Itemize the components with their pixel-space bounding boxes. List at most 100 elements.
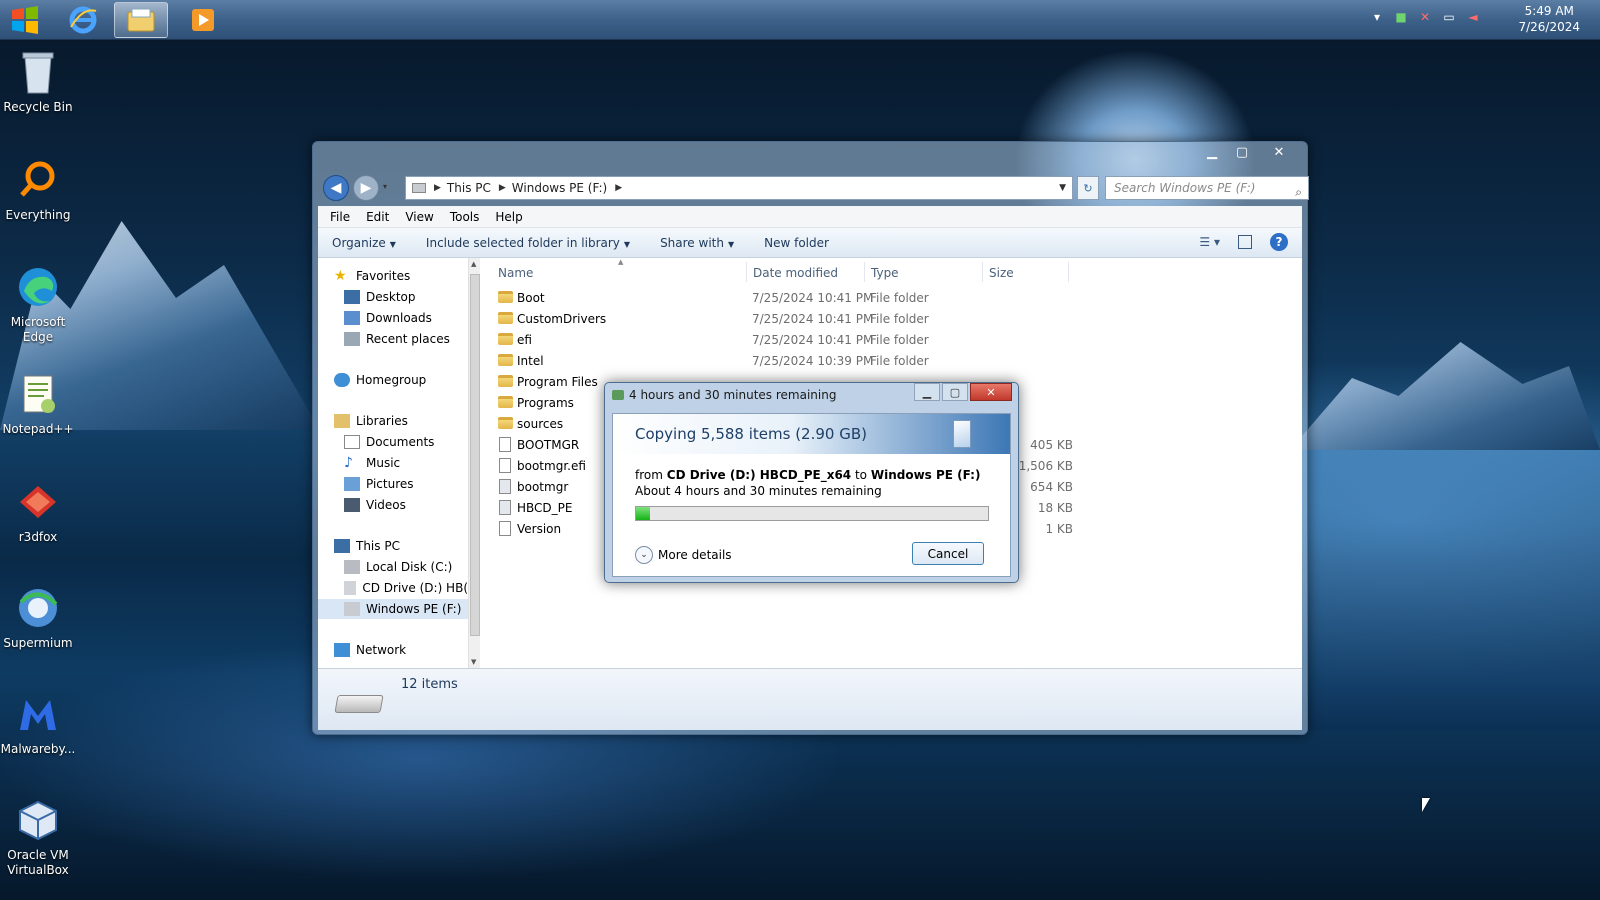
dialog-maximize-button[interactable]: ▢ — [942, 383, 968, 401]
include-in-library-button[interactable]: Include selected folder in library ▼ — [426, 236, 630, 250]
chevron-down-icon: ▼ — [727, 239, 735, 249]
menu-tools[interactable]: Tools — [450, 210, 480, 224]
edge-icon — [14, 263, 62, 311]
column-divider[interactable] — [864, 262, 865, 282]
monitor-icon[interactable]: ▭ — [1442, 10, 1456, 24]
tray-overflow-icon[interactable]: ▾ — [1370, 10, 1384, 24]
nav-recent-places[interactable]: Recent places — [318, 329, 468, 349]
menu-edit[interactable]: Edit — [366, 210, 389, 224]
volume-muted-icon[interactable]: ◄ — [1466, 10, 1480, 24]
file-name: Program Files — [517, 375, 598, 389]
new-folder-button[interactable]: New folder — [764, 236, 829, 250]
close-button[interactable]: ✕ — [1257, 142, 1301, 162]
file-type: File folder — [870, 312, 929, 326]
chevron-right-icon: ▶ — [498, 183, 506, 193]
search-input[interactable]: Search Windows PE (F:) ⌕ — [1105, 176, 1309, 200]
nav-homegroup[interactable]: Homegroup — [318, 370, 468, 390]
nav-local-disk[interactable]: Local Disk (C:) — [318, 557, 468, 577]
dialog-minimize-button[interactable]: ▁ — [914, 383, 940, 401]
menu-help[interactable]: Help — [495, 210, 522, 224]
folder-icon — [498, 417, 513, 429]
desktop-icon-virtualbox[interactable]: Oracle VM VirtualBox — [0, 796, 76, 878]
column-header-name[interactable]: Name — [498, 266, 533, 280]
back-button[interactable]: ◀ — [323, 175, 349, 201]
usb-drive-icon — [344, 602, 360, 616]
nav-videos[interactable]: Videos — [318, 495, 468, 515]
dialog-close-button[interactable]: ✕ — [970, 383, 1012, 401]
desktop-icon-notepadpp[interactable]: Notepad++ — [0, 370, 76, 437]
address-bar[interactable]: ▶ This PC ▶ Windows PE (F:) ▶ ▼ — [405, 176, 1073, 200]
navigation-scrollbar[interactable]: ▲ ▼ — [468, 258, 480, 668]
more-details-toggle[interactable]: ⌄ More details — [635, 546, 732, 564]
nav-music[interactable]: ♪ Music — [318, 453, 468, 473]
scrollbar-thumb[interactable] — [470, 274, 480, 636]
file-icon — [499, 479, 511, 494]
address-history-dropdown[interactable]: ▼ — [1059, 183, 1066, 193]
network-error-icon[interactable]: ✕ — [1418, 10, 1432, 24]
nav-network[interactable]: Network — [318, 640, 468, 660]
breadcrumb-this-pc[interactable]: This PC — [447, 181, 491, 195]
shield-icon[interactable]: ■ — [1394, 10, 1408, 24]
nav-cd-drive[interactable]: CD Drive (D:) HB( — [318, 578, 468, 598]
taskbar-ie-button[interactable] — [56, 2, 110, 38]
nav-favorites[interactable]: ★ Favorites — [318, 266, 468, 286]
file-name: bootmgr — [517, 480, 569, 494]
share-with-button[interactable]: Share with ▼ — [660, 236, 734, 250]
refresh-button[interactable]: ↻ — [1077, 176, 1099, 200]
desktop-icon-edge[interactable]: Microsoft Edge — [0, 263, 76, 345]
start-button[interactable] — [8, 4, 42, 36]
help-icon[interactable]: ? — [1270, 233, 1288, 251]
file-row[interactable]: Boot 7/25/2024 10:41 PM File folder — [488, 288, 1088, 309]
scroll-down-icon[interactable]: ▼ — [471, 658, 476, 666]
desktop-icon-malwarebytes[interactable]: Malwareby... — [0, 690, 76, 757]
sort-ascending-icon: ▲ — [618, 258, 624, 266]
column-header-type[interactable]: Type — [871, 266, 899, 280]
nav-label: Windows PE (F:) — [366, 602, 462, 616]
nav-pictures[interactable]: Pictures — [318, 474, 468, 494]
nav-desktop[interactable]: Desktop — [318, 287, 468, 307]
nav-windows-pe[interactable]: Windows PE (F:) — [318, 599, 468, 619]
file-name: Programs — [517, 396, 574, 410]
cancel-button[interactable]: Cancel — [912, 542, 984, 565]
taskbar-media-player-button[interactable] — [176, 2, 230, 38]
file-name: Boot — [517, 291, 545, 305]
source-link[interactable]: CD Drive (D:) HBCD_PE_x64 — [667, 468, 851, 482]
minimize-button[interactable]: ▁ — [1197, 142, 1227, 162]
file-row[interactable]: CustomDrivers 7/25/2024 10:41 PM File fold… — [488, 309, 1088, 330]
nav-libraries[interactable]: Libraries — [318, 411, 468, 431]
nav-downloads[interactable]: Downloads — [318, 308, 468, 328]
menu-file[interactable]: File — [330, 210, 350, 224]
forward-button[interactable]: ▶ — [353, 175, 379, 201]
column-header-date[interactable]: Date modified — [753, 266, 838, 280]
desktop-icon-everything[interactable]: Everything — [0, 156, 76, 223]
nav-this-pc[interactable]: This PC — [318, 536, 468, 556]
column-header-size[interactable]: Size — [989, 266, 1014, 280]
column-divider[interactable] — [1068, 262, 1069, 282]
nav-label: Network — [356, 643, 407, 657]
desktop-icon-r3dfox[interactable]: r3dfox — [0, 478, 76, 545]
recent-pages-dropdown[interactable]: ▾ — [383, 182, 387, 191]
copy-progress-dialog: 4 hours and 30 minutes remaining ▁ ▢ ✕ C… — [604, 382, 1019, 583]
preview-pane-icon[interactable] — [1238, 235, 1252, 249]
destination-link[interactable]: Windows PE (F:) — [871, 468, 981, 482]
nav-documents[interactable]: Documents — [318, 432, 468, 452]
organize-button[interactable]: Organize ▼ — [332, 236, 396, 250]
menu-view[interactable]: View — [405, 210, 433, 224]
folder-icon — [498, 396, 513, 408]
maximize-button[interactable]: ▢ — [1227, 142, 1257, 162]
file-type: File folder — [870, 354, 929, 368]
chevron-right-icon: ▶ — [434, 183, 441, 193]
file-row[interactable]: efi 7/25/2024 10:41 PM File folder — [488, 330, 1088, 351]
column-divider[interactable] — [746, 262, 747, 282]
file-row[interactable]: Intel 7/25/2024 10:39 PM File folder — [488, 351, 1088, 372]
breadcrumb-windows-pe[interactable]: Windows PE (F:) — [512, 181, 607, 195]
taskbar-explorer-button[interactable] — [114, 2, 168, 38]
taskbar-clock[interactable]: 5:49 AM 7/26/2024 — [1518, 3, 1580, 35]
desktop-icon-supermium[interactable]: Supermium — [0, 584, 76, 651]
videos-icon — [344, 498, 360, 512]
view-options-icon[interactable]: ☰ ▾ — [1199, 235, 1220, 249]
desktop-icon-recycle-bin[interactable]: Recycle Bin — [0, 48, 76, 115]
nav-label: Homegroup — [356, 373, 427, 387]
column-divider[interactable] — [982, 262, 983, 282]
scroll-up-icon[interactable]: ▲ — [471, 260, 476, 268]
